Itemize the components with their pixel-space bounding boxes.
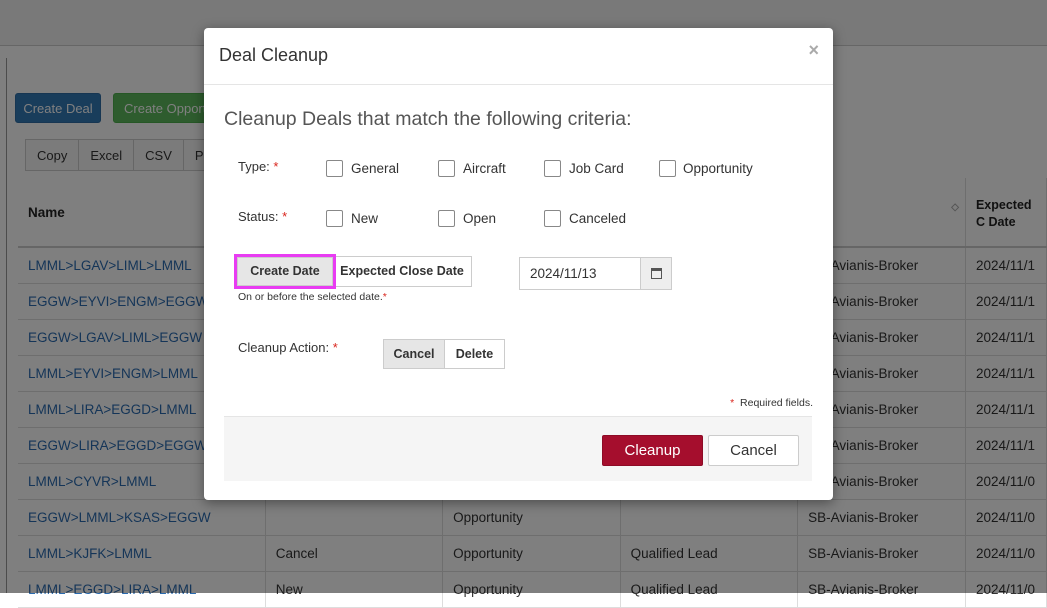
status-label-text: Status: [238,209,279,224]
modal-header: Deal Cleanup × [204,28,833,85]
action-cancel-button[interactable]: Cancel [383,339,445,369]
close-icon[interactable]: × [808,40,819,61]
modal-title: Deal Cleanup [219,45,329,65]
status-open-label[interactable]: Open [463,211,496,226]
cancel-button[interactable]: Cancel [708,435,799,466]
type-label: Type: * [238,159,278,174]
type-job-card-label[interactable]: Job Card [569,161,624,176]
required-fields-note: * Required fields. [730,397,813,409]
date-mode-toggle: Create Date Expected Close Date [234,254,472,289]
date-hint: On or before the selected date.* [238,291,387,303]
criteria-heading: Cleanup Deals that match the following c… [224,108,632,130]
required-asterisk: * [730,397,735,409]
type-job-card-checkbox[interactable] [544,160,561,177]
expected-close-date-button[interactable]: Expected Close Date [332,256,472,287]
required-asterisk: * [382,291,387,303]
type-opportunity-checkbox[interactable] [659,160,676,177]
required-asterisk: * [332,340,338,355]
required-asterisk: * [282,209,288,224]
calendar-icon[interactable] [640,257,672,290]
status-open-checkbox[interactable] [438,210,455,227]
cleanup-action-label: Cleanup Action: * [238,340,338,355]
cleanup-action-label-text: Cleanup Action: [238,340,330,355]
required-note-text: Required fields. [740,397,813,409]
required-asterisk: * [273,159,279,174]
date-input[interactable]: 2024/11/13 [519,257,640,290]
type-label-text: Type: [238,159,270,174]
type-general-label[interactable]: General [351,161,399,176]
status-label: Status: * [238,209,287,224]
calendar-glyph [650,268,662,279]
type-general-checkbox[interactable] [326,160,343,177]
status-new-checkbox[interactable] [326,210,343,227]
type-aircraft-checkbox[interactable] [438,160,455,177]
type-aircraft-label[interactable]: Aircraft [463,161,506,176]
cleanup-button[interactable]: Cleanup [602,435,703,466]
date-hint-text: On or before the selected date. [238,291,383,303]
action-delete-button[interactable]: Delete [444,339,505,369]
type-opportunity-label[interactable]: Opportunity [683,161,753,176]
status-canceled-checkbox[interactable] [544,210,561,227]
modal-footer: Cleanup Cancel [224,416,812,481]
cleanup-action-toggle: Cancel Delete [383,339,505,369]
create-date-button[interactable]: Create Date [234,254,336,289]
status-new-label[interactable]: New [351,211,378,226]
deal-cleanup-modal: Deal Cleanup × Cleanup Deals that match … [204,28,833,500]
status-canceled-label[interactable]: Canceled [569,211,626,226]
